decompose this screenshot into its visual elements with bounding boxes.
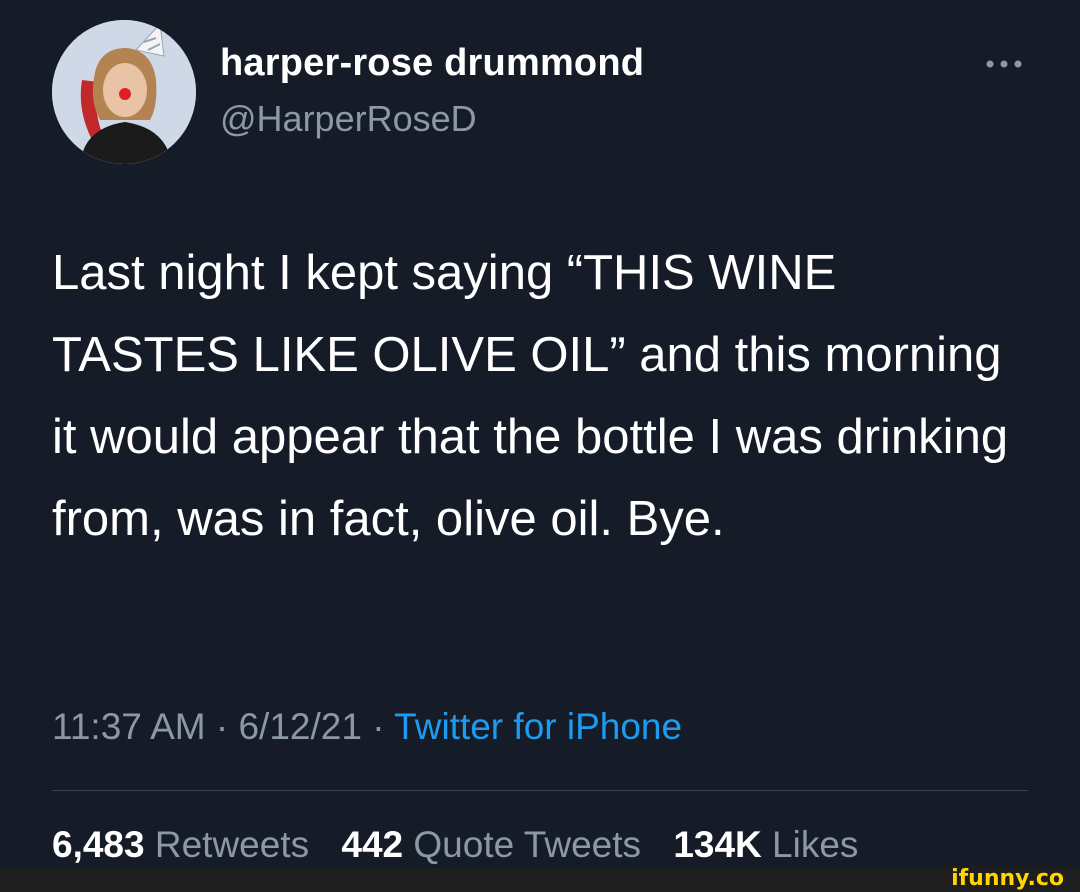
quote-tweets-count: 442 (341, 824, 404, 865)
tweet-date[interactable]: 6/12/21 (238, 706, 361, 747)
display-name[interactable]: harper-rose drummond (220, 42, 644, 85)
tweet-meta: 11:37 AM · 6/12/21 · Twitter for iPhone (52, 706, 682, 748)
quote-tweets-label: Quote Tweets (413, 824, 642, 865)
retweets-stat[interactable]: 6,483 Retweets (52, 824, 309, 865)
tweet-time[interactable]: 11:37 AM (52, 706, 206, 747)
divider (52, 790, 1028, 791)
avatar[interactable] (52, 20, 196, 164)
likes-stat[interactable]: 134K Likes (673, 824, 858, 865)
likes-count: 134K (673, 824, 762, 865)
retweets-count: 6,483 (52, 824, 145, 865)
meta-separator: · (372, 706, 385, 747)
meta-separator: · (215, 706, 229, 747)
tweet-card: harper-rose drummond @HarperRoseD Last n… (0, 0, 1080, 892)
ellipsis-icon[interactable] (982, 52, 1026, 76)
tweet-source-link[interactable]: Twitter for iPhone (394, 706, 682, 747)
tweet-stats: 6,483 Retweets 442 Quote Tweets 134K Lik… (52, 824, 880, 866)
quote-tweets-stat[interactable]: 442 Quote Tweets (341, 824, 641, 865)
watermark-logo: ifunny.co (943, 866, 1072, 892)
user-handle[interactable]: @HarperRoseD (220, 98, 477, 140)
watermark-bar (0, 868, 1080, 892)
retweets-label: Retweets (154, 824, 310, 865)
profile-photo-icon (52, 20, 196, 164)
tweet-text: Last night I kept saying “THIS WINE TAST… (52, 246, 1009, 546)
likes-label: Likes (772, 824, 859, 865)
